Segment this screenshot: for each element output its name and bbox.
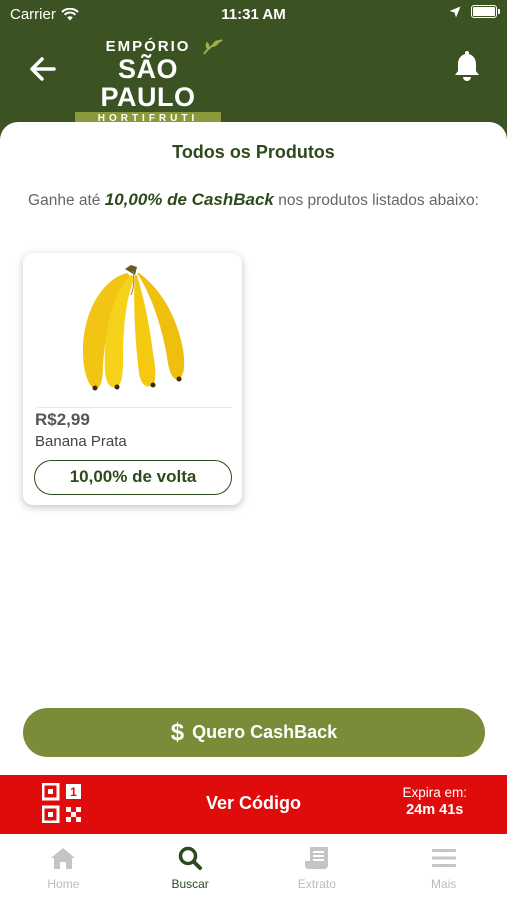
expiry-info: Expira em: 24m 41s [402, 785, 467, 819]
location-arrow-icon [449, 6, 461, 17]
notifications-button[interactable] [451, 50, 483, 84]
subtitle-highlight: 10,00% de CashBack [104, 190, 274, 209]
cta-label: Quero CashBack [192, 722, 338, 742]
product-card[interactable]: R$2,99 Banana Prata 10,00% de volta [23, 253, 242, 505]
content-sheet: Todos os Produtos Ganhe até 10,00% de Ca… [0, 122, 507, 775]
tab-buscar-label: Buscar [171, 877, 209, 891]
bell-icon [455, 51, 479, 81]
cashback-badge[interactable]: 10,00% de volta [34, 460, 232, 495]
tab-extrato-label: Extrato [297, 877, 336, 891]
app-header: EMPÓRIO SÃO PAULO HORTIFRUTI [0, 28, 507, 128]
tab-home[interactable]: Home [0, 834, 127, 900]
tab-mais[interactable]: Mais [380, 834, 507, 900]
back-arrow-icon [30, 57, 56, 81]
status-bar: Carrier 11:31 AM [0, 0, 507, 28]
expiry-label: Expira em: [402, 785, 467, 800]
menu-icon [431, 849, 456, 867]
search-icon [178, 846, 203, 870]
brand-logo: EMPÓRIO SÃO PAULO HORTIFRUTI [72, 38, 224, 126]
receipt-icon [304, 847, 328, 869]
banana-image [83, 265, 185, 391]
product-name: Banana Prata [35, 433, 127, 450]
battery-icon [471, 5, 500, 18]
page-title: Todos os Produtos [172, 142, 335, 162]
dollar-icon: $ [170, 718, 185, 746]
brand-line-2: SÃO PAULO [100, 54, 196, 112]
tab-bar: Home Buscar Extrato Mais [0, 834, 507, 900]
tab-home-label: Home [47, 877, 80, 891]
status-time: 11:31 AM [221, 6, 286, 23]
code-bar[interactable]: 1 Ver Código Expira em: 24m 41s [0, 775, 507, 834]
tab-buscar[interactable]: Buscar [127, 834, 254, 900]
expiry-countdown: 24m 41s [406, 802, 464, 818]
quero-cashback-button[interactable]: $ Quero CashBack [23, 708, 485, 757]
back-button[interactable] [26, 52, 60, 86]
product-price: R$2,99 [35, 410, 90, 429]
cashback-subtitle: Ganhe até 10,00% de CashBack nos produto… [20, 190, 487, 210]
subtitle-suffix: nos produtos listados abaixo: [273, 192, 479, 209]
leaf-icon [203, 39, 223, 55]
tab-mais-label: Mais [430, 877, 457, 891]
subtitle-prefix: Ganhe até [28, 192, 105, 209]
tab-extrato[interactable]: Extrato [254, 834, 381, 900]
home-icon [51, 848, 76, 869]
card-divider [37, 407, 232, 408]
